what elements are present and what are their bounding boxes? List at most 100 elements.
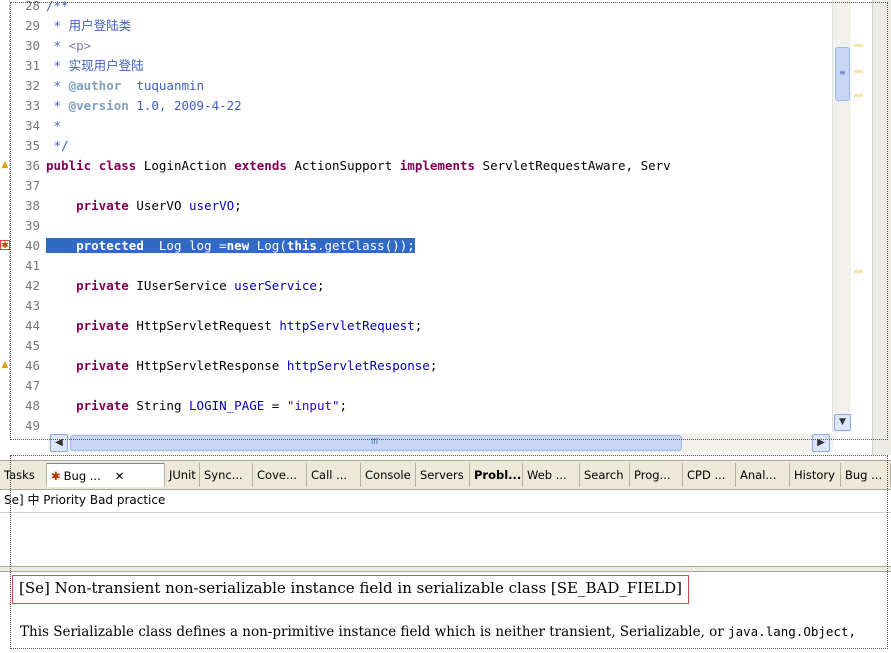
code-line[interactable]: 48 private String LOGIN_PAGE = "input";: [10, 396, 832, 416]
vertical-scrollbar[interactable]: ≡ ▼: [832, 0, 851, 432]
code-token: @author: [68, 78, 122, 93]
line-number: 38: [24, 198, 40, 213]
close-tab-icon[interactable]: ✕: [115, 469, 125, 483]
code-token: httpServletRequest: [279, 318, 415, 333]
code-token: userVO: [189, 198, 235, 213]
tab-bug-explorer[interactable]: ✱ Bug ... ✕: [47, 463, 165, 487]
tab-web[interactable]: Web ...: [523, 463, 580, 487]
code-line[interactable]: 43: [10, 296, 832, 316]
tab-label: Cove...: [257, 468, 297, 482]
tab-bug-info[interactable]: Bug ...: [841, 463, 891, 487]
tab-label: Web ...: [527, 468, 567, 482]
line-number: 49: [24, 418, 40, 432]
code-token: ;: [234, 198, 242, 213]
tab-junit[interactable]: JUnit: [165, 463, 200, 487]
code-token: *: [46, 98, 69, 113]
bug-title: [Se] Non-transient non-serializable inst…: [12, 575, 689, 604]
code-line[interactable]: 44 private HttpServletRequest httpServle…: [10, 316, 832, 336]
line-number: 36: [24, 158, 40, 173]
code-token: HttpServletResponse: [128, 358, 287, 373]
horizontal-scroll-thumb[interactable]: III: [70, 435, 682, 451]
overview-marker[interactable]: [854, 270, 863, 273]
code-token: ;: [316, 278, 325, 293]
bug-marker-icon[interactable]: ✱: [0, 240, 10, 251]
line-number: 45: [24, 338, 40, 353]
code-line[interactable]: 32 * @author tuquanmin: [10, 76, 832, 96]
code-line[interactable]: 30 * <p>: [10, 36, 832, 56]
java-editor[interactable]: 28/** 29 * 用户登陆类 30 * <p> 31 * 实现用户登陆 32 * @…: [0, 0, 891, 455]
tab-label: Prog...: [634, 468, 671, 482]
line-number: 33: [24, 98, 40, 113]
line-number: 29: [24, 18, 40, 33]
code-line[interactable]: 34 *: [10, 116, 832, 136]
tab-servers[interactable]: Servers: [416, 463, 470, 487]
code-line[interactable]: 46 private HttpServletResponse httpServl…: [10, 356, 832, 376]
horizontal-scrollbar[interactable]: ◀ III ▶: [48, 434, 834, 452]
vertical-scroll-thumb[interactable]: ≡: [835, 47, 850, 101]
code-line[interactable]: 42 private IUserService userService;: [10, 276, 832, 296]
code-line[interactable]: 45: [10, 336, 832, 356]
tab-history[interactable]: History: [790, 463, 841, 487]
overview-ruler[interactable]: [852, 0, 866, 432]
code-line[interactable]: 36 public class LoginAction extends Actio…: [10, 156, 832, 176]
thumb-grip-icon: ≡: [839, 68, 846, 77]
tab-synchronize[interactable]: Sync...: [200, 463, 253, 487]
code-token: ;: [339, 398, 348, 413]
warning-marker-icon[interactable]: ▲: [0, 160, 10, 170]
tab-call-hierarchy[interactable]: Call ...: [307, 463, 361, 487]
code-token: userService: [234, 278, 317, 293]
code-line[interactable]: 38 private UserVO userVO;: [10, 196, 832, 216]
code-line[interactable]: 37: [10, 176, 832, 196]
overview-marker[interactable]: [854, 70, 863, 73]
code-line[interactable]: 33 * @version 1.0, 2009-4-22: [10, 96, 832, 116]
tab-cpd[interactable]: CPD ...: [683, 463, 736, 487]
code-token: class: [98, 158, 137, 173]
code-line[interactable]: 28 /**: [10, 0, 832, 16]
code-line[interactable]: 39: [10, 216, 832, 236]
code-line[interactable]: 47: [10, 376, 832, 396]
tab-coverage[interactable]: Cove...: [253, 463, 307, 487]
pane-splitter[interactable]: [0, 566, 891, 572]
code-token: =: [264, 398, 287, 413]
tab-label: Console: [365, 468, 411, 482]
line-number: 46: [24, 358, 40, 373]
scroll-down-button[interactable]: ▼: [834, 414, 851, 431]
tab-label: Search: [584, 468, 624, 482]
code-line[interactable]: 49: [10, 416, 832, 432]
code-token: UserVO: [128, 198, 190, 213]
tab-label: CPD ...: [687, 468, 726, 482]
line-number: 31: [24, 58, 40, 73]
code-token: LoginAction: [143, 158, 227, 173]
overview-marker[interactable]: [854, 44, 863, 47]
code-token: <p>: [68, 38, 92, 53]
code-token: "input": [286, 398, 340, 413]
tab-progress[interactable]: Prog...: [630, 463, 683, 487]
code-line[interactable]: 40 protected Log log =new Log(this.getCl…: [10, 236, 832, 256]
code-line[interactable]: 31 * 实现用户登陆: [10, 56, 832, 76]
code-area[interactable]: 28/** 29 * 用户登陆类 30 * <p> 31 * 实现用户登陆 32 * @…: [10, 0, 832, 432]
overview-marker[interactable]: [854, 94, 863, 97]
line-number: 28: [24, 0, 40, 13]
bug-description: This Serializable class defines a non-pr…: [20, 620, 888, 646]
bug-list-row[interactable]: Se] 中 Priority Bad practice: [0, 490, 891, 512]
tab-tasks[interactable]: Tasks: [0, 463, 47, 487]
tab-label: Sync...: [204, 468, 243, 482]
tab-problems[interactable]: Probl...: [470, 463, 523, 487]
line-number: 40: [24, 238, 40, 253]
code-token: String: [128, 398, 190, 413]
scroll-left-button[interactable]: ◀: [50, 434, 68, 452]
code-line[interactable]: 41: [10, 256, 832, 276]
bug-description-code: java.lang.Object,: [728, 624, 856, 639]
tab-console[interactable]: Console: [361, 463, 416, 487]
line-number: 47: [24, 378, 40, 393]
tab-analysis[interactable]: Anal...: [736, 463, 790, 487]
warning-marker-icon[interactable]: ▲: [0, 360, 10, 370]
bug-list-area: [0, 512, 891, 565]
code-token: .getClass());: [316, 238, 415, 253]
scroll-right-button[interactable]: ▶: [812, 434, 830, 452]
tab-search[interactable]: Search: [580, 463, 630, 487]
bug-icon: ✱: [51, 469, 61, 483]
code-line[interactable]: 35 */: [10, 136, 832, 156]
code-line[interactable]: 29 * 用户登陆类: [10, 16, 832, 36]
